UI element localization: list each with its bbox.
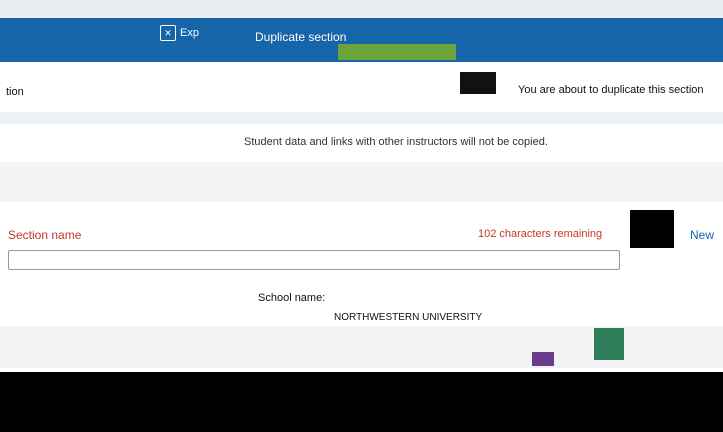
info-band (0, 112, 723, 124)
close-icon: ✕ (160, 25, 176, 41)
action-button[interactable] (594, 328, 624, 360)
top-banner: ✕ Exp Duplicate section (0, 0, 723, 62)
expand-label: Exp (180, 27, 199, 39)
top-strip (0, 0, 723, 18)
footer (0, 372, 723, 432)
section-name-label: Section name (8, 228, 82, 242)
dialog-title: Duplicate section (255, 30, 347, 44)
school-name-label: School name: (258, 292, 326, 304)
status-badge (532, 352, 554, 366)
characters-remaining: 102 characters remaining (478, 228, 603, 240)
dark-panel (630, 210, 674, 248)
new-link[interactable]: New (690, 228, 714, 242)
school-name-value: NORTHWESTERN UNIVERSITY (334, 312, 483, 323)
intro-text: You are about to duplicate this section (518, 84, 704, 96)
dark-thumbnail (460, 72, 496, 94)
expand-button[interactable]: ✕ Exp (160, 24, 199, 42)
section-name-input[interactable] (8, 250, 620, 270)
options-band (0, 162, 723, 202)
confirm-button[interactable] (338, 44, 456, 60)
side-label: tion (6, 86, 24, 98)
copy-warning: Student data and links with other instru… (244, 136, 548, 148)
